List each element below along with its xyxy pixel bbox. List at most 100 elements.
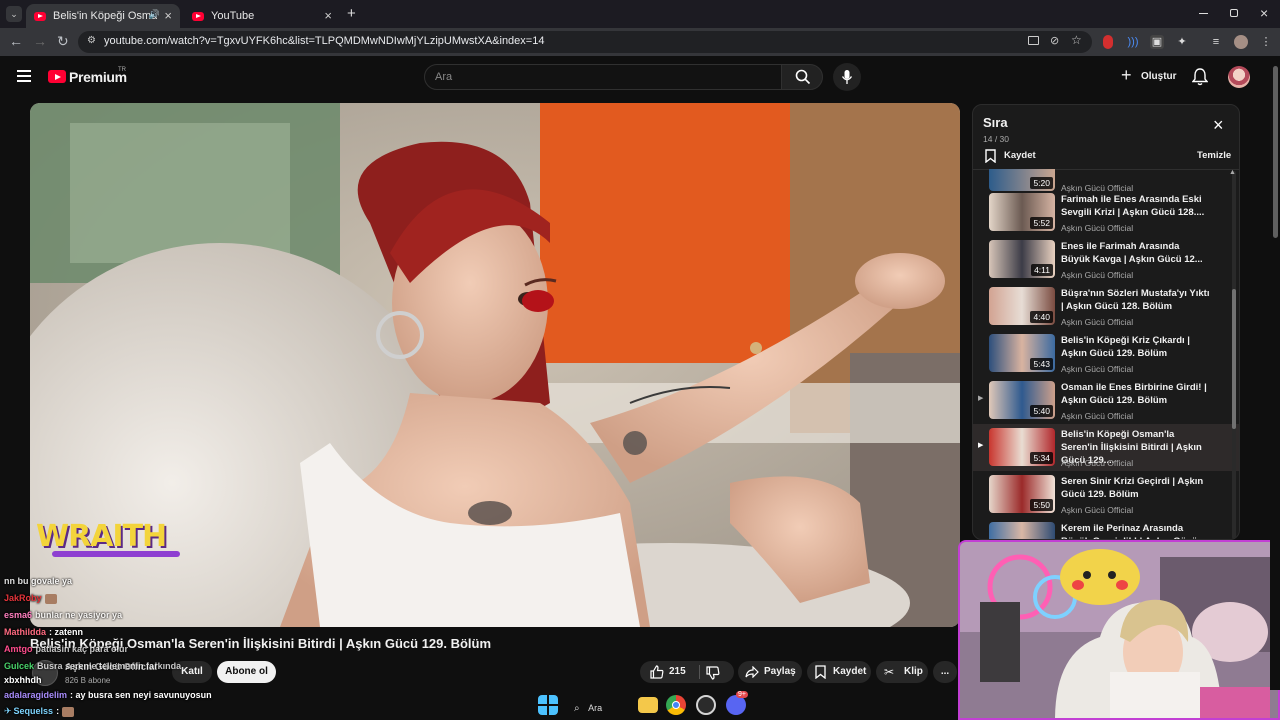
windows-start-icon[interactable] (538, 695, 558, 715)
restore-window-icon[interactable] (1230, 9, 1238, 17)
like-dislike-group: 215 (640, 661, 734, 683)
audio-playing-icon[interactable]: 🔊 (149, 9, 160, 20)
app-circle-icon[interactable] (696, 695, 716, 715)
watermark-text: WRAITH (36, 519, 167, 554)
queue-title-text: Enes ile Farimah Arasında Büyük Kavga | … (1061, 241, 1203, 265)
extensions-puzzle-icon[interactable]: ✦ (1175, 35, 1189, 49)
queue-item[interactable]: Kerem ile Perinaz Arasında Büyük Gerginl… (973, 518, 1239, 539)
chat-username: Sequelss (13, 706, 54, 716)
page-scroll-thumb[interactable] (1273, 66, 1278, 238)
like-button[interactable]: 215 (640, 661, 694, 683)
chat-username: Amtgo (4, 644, 33, 654)
tab-youtube[interactable]: YouTube × (184, 4, 340, 28)
chrome-icon[interactable] (666, 695, 686, 715)
save-queue-label: Kaydet (1004, 150, 1036, 161)
chat-text: bunlar ne yasiyor ya (35, 610, 123, 620)
queue-item[interactable]: ▶ 5:40 Osman ile Enes Birbirine Girdi! |… (973, 377, 1239, 424)
close-queue-icon[interactable]: × (1213, 115, 1224, 136)
queue-scrollbar[interactable] (1232, 171, 1236, 539)
chat-message: Gulcek Busra serenle tellemenin farkında (4, 661, 181, 671)
queue-item[interactable]: 4:11 Enes ile Farimah Arasında Büyük Kav… (973, 236, 1239, 283)
youtube-logo-icon[interactable] (48, 70, 66, 83)
bookmark-star-icon[interactable]: ☆ (1071, 33, 1082, 47)
account-avatar[interactable] (1228, 66, 1250, 88)
subscribe-button[interactable]: Abone ol (217, 661, 276, 683)
search-input[interactable]: Ara (424, 64, 782, 90)
address-bar[interactable]: ⚙ youtube.com/watch?v=TgxvUYFK6hc&list=T… (78, 31, 1092, 53)
video-duration: 5:43 (1030, 358, 1053, 370)
reload-icon[interactable]: ↻ (57, 33, 69, 50)
queue-item-current[interactable]: ▶ 5:34 Belis'in Köpeği Osman'la Seren'in… (973, 424, 1239, 471)
file-explorer-icon[interactable] (638, 697, 658, 713)
extension-audio-icon[interactable]: ))) (1126, 35, 1140, 49)
profile-avatar-icon[interactable] (1234, 35, 1248, 49)
taskbar-search[interactable]: ⌕ Ara (574, 698, 602, 714)
search-button[interactable] (781, 64, 823, 90)
chat-username: Mathildda (4, 627, 46, 637)
save-button[interactable]: Kaydet (807, 661, 871, 683)
plus-icon: + (1121, 65, 1132, 85)
queue-thumbnail: 5:50 (989, 475, 1055, 513)
clip-button[interactable]: ✂ Klip (876, 661, 928, 683)
share-button[interactable]: Paylaş (738, 661, 802, 683)
browser-tab-bar: ⌄ Belis'in Köpeği Osman'la Se 🔊 × YouTub… (0, 0, 1280, 28)
queue-thumbnail: 5:40 (989, 381, 1055, 419)
scroll-up-arrow-icon[interactable]: ▲ (1229, 169, 1236, 176)
clear-queue-button[interactable]: Temizle (1197, 150, 1231, 161)
queue-item[interactable]: 5:50 Seren Sinir Krizi Geçirdi | Aşkın G… (973, 471, 1239, 518)
notifications-bell-icon[interactable] (1192, 68, 1208, 86)
minimize-window-icon[interactable] (1199, 13, 1208, 14)
streamer-watermark: WRAITH (36, 519, 180, 557)
more-actions-button[interactable]: ... (933, 661, 957, 683)
cast-icon[interactable] (1028, 36, 1039, 45)
menu-hamburger-icon[interactable] (17, 70, 31, 82)
queue-thumbnail: 4:40 (989, 287, 1055, 325)
queue-thumbnail: 5:34 (989, 428, 1055, 466)
thumbs-down-icon[interactable] (706, 666, 720, 680)
tab-current-video[interactable]: Belis'in Köpeği Osman'la Se 🔊 × (26, 4, 180, 28)
queue-list: 5:20 Aşkın Gücü Official 5:52 Farimah il… (973, 169, 1239, 539)
forward-arrow-icon[interactable]: → (33, 33, 47, 49)
subscriber-count: 826 B abone (65, 676, 111, 685)
queue-channel: Aşkın Gücü Official (1061, 505, 1134, 515)
close-tab-icon[interactable]: × (324, 8, 332, 23)
queue-thumbnail: 5:20 (989, 169, 1055, 191)
queue-thumbnail: 5:43 (989, 334, 1055, 372)
new-tab-button[interactable]: + (347, 5, 356, 22)
queue-scroll-thumb[interactable] (1232, 289, 1236, 429)
extension-red-icon[interactable] (1103, 35, 1113, 49)
extension-shield-icon[interactable]: ▣ (1150, 35, 1164, 49)
close-window-icon[interactable]: × (1260, 5, 1268, 21)
back-arrow-icon[interactable]: ← (9, 33, 23, 49)
voice-search-button[interactable] (833, 63, 861, 91)
chat-message: Amtgo patlasin kaç para olur (4, 644, 128, 654)
bookmark-icon (985, 149, 996, 163)
chat-username: adalaragidelim (4, 690, 68, 700)
chat-text: : ay busra sen neyi savunuyosun (70, 690, 212, 700)
discord-icon[interactable] (726, 695, 746, 715)
reading-list-icon[interactable]: ≡ (1209, 35, 1223, 49)
video-duration: 4:11 (1031, 264, 1053, 276)
close-tab-icon[interactable]: × (164, 8, 172, 23)
tab-search-dropdown[interactable]: ⌄ (6, 6, 22, 22)
create-button[interactable]: + Oluştur (1116, 64, 1178, 90)
chat-username: Gulcek (4, 661, 35, 671)
scissors-icon: ✂ (884, 665, 895, 679)
chat-message: xbxhhdh (4, 675, 45, 685)
playlist-queue-panel: Sıra 14 / 30 × Kaydet Temizle 5:20 Aşkın… (972, 104, 1240, 540)
eye-off-icon[interactable]: ⊘ (1050, 34, 1059, 47)
queue-item[interactable]: 5:52 Farimah ile Enes Arasında Eski Sevg… (973, 189, 1239, 236)
video-duration: 5:52 (1030, 217, 1053, 229)
video-player[interactable]: WRAITH (30, 103, 960, 627)
browser-menu-icon[interactable]: ⋮ (1259, 35, 1273, 49)
queue-item[interactable]: 5:43 Belis'in Köpeği Kriz Çıkardı | Aşkı… (973, 330, 1239, 377)
save-label: Kaydet (833, 666, 867, 677)
queue-channel: Aşkın Gücü Official (1061, 364, 1134, 374)
queue-item[interactable]: 4:40 Büşra'nın Sözleri Mustafa'yı Yıktı … (973, 283, 1239, 330)
queue-title-text: Farimah ile Enes Arasında Eski Sevgili K… (1061, 194, 1205, 218)
chat-message: Mathildda: zatenn (4, 627, 83, 637)
video-duration: 5:20 (1030, 177, 1053, 189)
youtube-favicon-icon (34, 11, 46, 21)
queue-title: Sıra (983, 115, 1008, 130)
site-info-icon[interactable]: ⚙ (87, 35, 96, 46)
